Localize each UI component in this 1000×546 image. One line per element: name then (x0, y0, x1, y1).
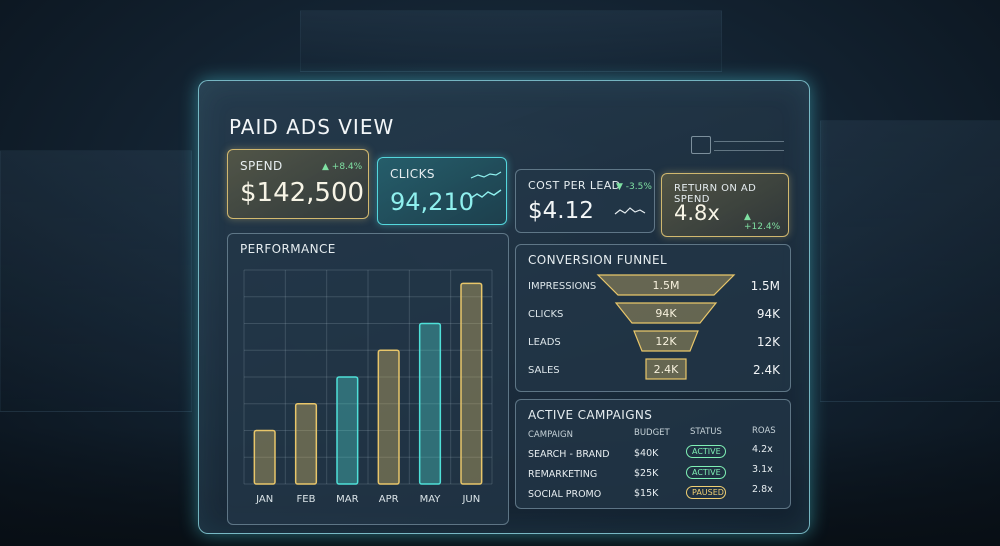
campaign-budget: $25K (634, 468, 659, 479)
background-window (300, 10, 722, 72)
cost-per-lead-card[interactable]: COST PER LEAD ▼ -3.5% $4.12 (515, 169, 655, 233)
campaign-roas: 3.1x (752, 464, 773, 475)
bar-jan[interactable] (253, 429, 276, 485)
roas-card[interactable]: RETURN ON AD SPEND 4.8x ▲ +12.4% (661, 173, 789, 237)
background-window (0, 150, 192, 412)
campaign-roas: 2.8x (752, 484, 773, 495)
cost-per-lead-label: COST PER LEAD (528, 179, 621, 192)
roas-delta: ▲ +12.4% (744, 212, 781, 232)
spend-delta-text: +8.4% (331, 162, 363, 172)
performance-card: PERFORMANCE JAN FEB MAR APR MAY JUN (227, 233, 509, 525)
spend-card[interactable]: SPEND ▲ +8.4% $142,500 (227, 149, 369, 219)
funnel-bar-text-leads: 12K (655, 335, 677, 348)
column-header-budget: BUDGET (634, 428, 670, 438)
conversion-funnel-card: CONVERSION FUNNEL IMPRESSIONS CLICKS LEA… (515, 244, 791, 392)
funnel-value-leads: 12K (756, 335, 780, 349)
background-window (820, 120, 1000, 402)
page-title: PAID ADS VIEW (229, 115, 395, 139)
clicks-sparkline-icon (470, 171, 502, 199)
campaign-budget: $15K (634, 488, 659, 499)
funnel-value-sales: 2.4K (753, 363, 780, 377)
funnel-label-clicks: CLICKS (528, 309, 564, 320)
bar-feb[interactable] (294, 403, 318, 485)
column-header-campaign: CAMPAIGN (528, 430, 573, 440)
funnel-value-impressions: 1.5M (750, 279, 780, 293)
column-header-roas: ROAS (752, 426, 776, 436)
funnel-label-leads: LEADS (528, 337, 561, 348)
campaign-name: SEARCH - BRAND (528, 449, 610, 460)
campaign-name: SOCIAL PROMO (528, 489, 602, 500)
cost-per-lead-value: $4.12 (528, 198, 594, 224)
funnel-bar-text-clicks: 94K (655, 307, 677, 320)
clicks-card[interactable]: CLICKS 94,210 (377, 157, 507, 225)
roas-value: 4.8x (674, 201, 720, 225)
x-tick-label: MAR (336, 494, 358, 505)
fullscreen-icon[interactable] (691, 136, 711, 154)
funnel-value-clicks: 94K (756, 307, 780, 321)
bar-may[interactable] (418, 322, 442, 485)
x-tick-label: JUN (461, 494, 480, 505)
status-badge: ACTIVE (686, 466, 726, 479)
bar-mar[interactable] (336, 376, 359, 485)
campaign-roas: 4.2x (752, 444, 773, 455)
bar-jun[interactable] (460, 282, 483, 485)
funnel-bar-text-sales: 2.4K (653, 363, 679, 376)
cost-per-lead-delta: ▼ -3.5% (616, 182, 652, 192)
x-tick-label: FEB (297, 494, 316, 505)
campaign-budget: $40K (634, 448, 659, 459)
column-header-status: STATUS (690, 427, 722, 437)
performance-bar-chart: JAN FEB MAR APR MAY JUN (243, 269, 493, 505)
clicks-value: 94,210 (390, 188, 474, 216)
campaign-name: REMARKETING (528, 469, 598, 480)
status-badge: ACTIVE (686, 445, 726, 458)
funnel-label-impressions: IMPRESSIONS (528, 281, 597, 292)
toolbar-lines-icon (714, 141, 784, 151)
funnel-title: CONVERSION FUNNEL (528, 253, 668, 267)
x-tick-label: APR (379, 494, 399, 505)
clicks-label: CLICKS (390, 167, 435, 181)
funnel-label-sales: SALES (528, 365, 560, 376)
cost-per-lead-sparkline-icon (614, 207, 646, 215)
spend-value: $142,500 (240, 178, 365, 208)
x-tick-label: MAY (420, 494, 442, 505)
cost-per-lead-delta-text: -3.5% (625, 182, 652, 192)
bar-apr[interactable] (377, 349, 400, 485)
roas-delta-text: +12.4% (744, 222, 781, 232)
spend-label: SPEND (240, 159, 283, 173)
dashboard-panel: PAID ADS VIEW SPEND ▲ +8.4% $142,500 CLI… (198, 80, 810, 534)
campaigns-title: ACTIVE CAMPAIGNS (528, 408, 653, 422)
status-badge: PAUSED (686, 486, 726, 499)
performance-title: PERFORMANCE (240, 242, 336, 256)
funnel-bar-text-impressions: 1.5M (652, 279, 680, 292)
spend-delta: ▲ +8.4% (322, 162, 363, 172)
x-tick-label: JAN (255, 494, 273, 505)
active-campaigns-card: ACTIVE CAMPAIGNS CAMPAIGN BUDGET STATUS … (515, 399, 791, 509)
